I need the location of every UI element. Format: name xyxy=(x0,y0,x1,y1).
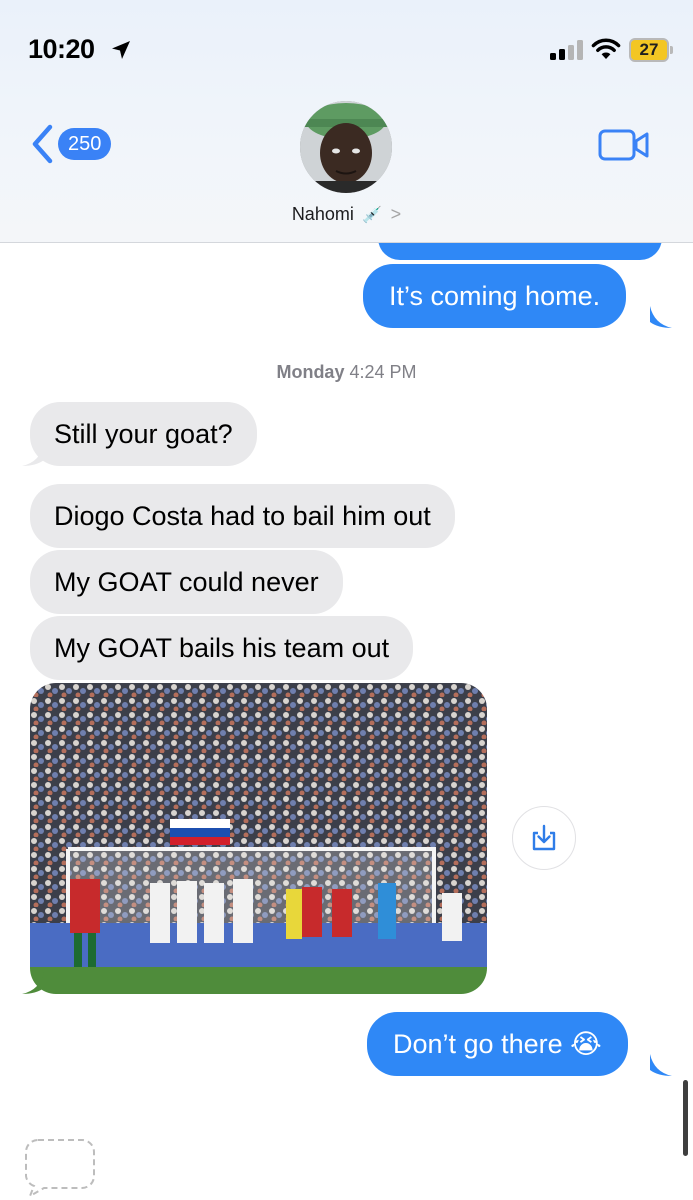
back-chevron-icon[interactable] xyxy=(30,124,54,164)
received-message-bubble[interactable]: Diogo Costa had to bail him out xyxy=(30,484,455,548)
save-photo-button[interactable] xyxy=(512,806,576,870)
wifi-icon xyxy=(591,38,621,59)
sent-bubble-tail xyxy=(650,1054,672,1076)
location-arrow-icon xyxy=(112,41,130,59)
timestamp-day: Monday xyxy=(276,362,345,382)
download-tray-icon xyxy=(532,824,556,851)
message-timestamp: Monday 4:24 PM xyxy=(0,362,693,383)
sent-bubble-tail xyxy=(650,306,672,328)
status-time: 10:20 xyxy=(28,34,95,64)
received-message-bubble[interactable]: My GOAT could never xyxy=(30,550,343,614)
contact-chevron-icon: > xyxy=(390,204,402,224)
sent-message-bubble[interactable]: It’s coming home. xyxy=(363,264,627,328)
typing-bubble-placeholder-icon xyxy=(25,1139,95,1199)
conversation-header: 10:20 27 250 Nahomi 💉 > xyxy=(0,0,693,243)
back-unread-badge[interactable]: 250 xyxy=(58,128,112,160)
avatar-photo xyxy=(300,101,392,193)
scrollbar[interactable] xyxy=(683,1080,688,1156)
contact-name-row[interactable]: Nahomi 💉 > xyxy=(0,204,693,225)
cellular-signal-icon xyxy=(550,40,583,60)
received-photo-message[interactable] xyxy=(30,683,487,994)
contact-avatar[interactable] xyxy=(300,101,392,193)
battery-tip xyxy=(670,46,673,54)
battery-indicator: 27 xyxy=(629,38,669,62)
received-bubble-tail xyxy=(22,972,44,994)
syringe-emoji: 💉 xyxy=(362,207,383,224)
video-call-icon[interactable] xyxy=(598,128,650,162)
received-message-bubble[interactable]: My GOAT bails his team out xyxy=(30,616,414,680)
sent-message-bubble[interactable]: Don’t go there 😭 xyxy=(367,1012,628,1076)
football-match-photo xyxy=(30,683,487,994)
contact-name: Nahomi xyxy=(291,204,354,224)
received-bubble-tail xyxy=(22,444,44,466)
received-message-bubble[interactable]: Still your goat? xyxy=(30,402,257,466)
timestamp-time: 4:24 PM xyxy=(349,362,417,382)
